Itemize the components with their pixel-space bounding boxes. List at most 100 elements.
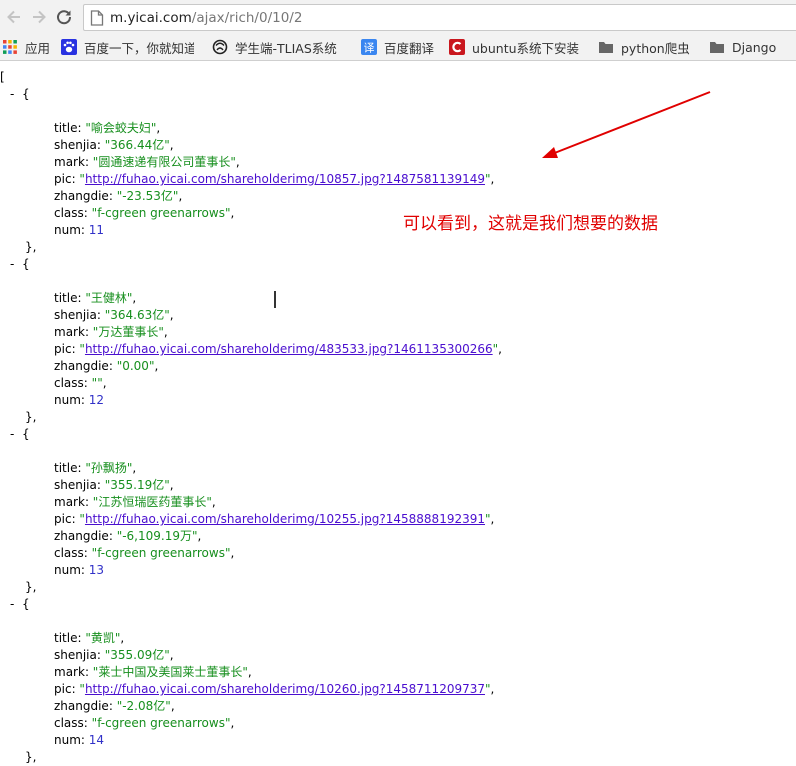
json-url-link[interactable]: http://fuhao.yicai.com/shareholderimg/10… xyxy=(85,172,485,186)
json-field-mark: mark: "江苏恒瑞医药董事长", xyxy=(54,495,216,509)
back-button[interactable] xyxy=(2,5,26,29)
json-key: mark xyxy=(54,325,85,339)
json-field-shenjia: shenjia: "366.44亿", xyxy=(54,138,174,152)
json-field-title: title: "喻会蛟夫妇", xyxy=(54,121,161,135)
collapse-toggle[interactable]: - xyxy=(10,257,14,271)
bookmark-apps[interactable]: 应用 xyxy=(2,38,50,56)
folder-icon xyxy=(710,42,724,53)
json-key: shenjia xyxy=(54,648,97,662)
json-string-value: 王健林 xyxy=(90,291,127,305)
quote-mark: " xyxy=(485,512,491,526)
csdn-c-icon xyxy=(449,39,465,55)
object-close-line: }, xyxy=(25,749,36,766)
json-key: num xyxy=(54,223,81,237)
reload-button[interactable] xyxy=(52,5,76,29)
json-string-value: 圆通速递有限公司董事长 xyxy=(98,155,231,169)
bookmark-label: 应用 xyxy=(25,40,51,56)
json-key: shenjia xyxy=(54,478,97,492)
json-string-value: 355.19亿 xyxy=(110,478,165,492)
json-field-shenjia: shenjia: "355.19亿", xyxy=(54,478,174,492)
json-key: zhangdie xyxy=(54,529,109,543)
object-close-line: }, xyxy=(25,409,36,426)
json-string-value: -6,109.19万 xyxy=(122,529,192,543)
bookmark-folder-django[interactable]: Django xyxy=(709,38,776,56)
quote-mark: " xyxy=(148,359,155,373)
json-key: title xyxy=(54,631,78,645)
json-key: title xyxy=(54,291,78,305)
quote-mark: " xyxy=(164,478,170,492)
json-key: mark xyxy=(54,155,85,169)
json-url-link[interactable]: http://fuhao.yicai.com/shareholderimg/10… xyxy=(85,682,485,696)
json-string-value: 孙飘扬 xyxy=(90,461,127,475)
quote-mark: " xyxy=(164,138,170,152)
json-string-value: f-cgreen greenarrows xyxy=(97,546,225,560)
object-close-brace: }, xyxy=(25,750,37,764)
baidu-paw-icon xyxy=(61,39,77,55)
json-number-value: 13 xyxy=(88,563,105,577)
json-url-link[interactable]: http://fuhao.yicai.com/shareholderimg/10… xyxy=(85,512,485,526)
object-open-brace: { xyxy=(21,597,30,611)
object-open-line: - { xyxy=(10,86,30,103)
json-field-title: title: "黄凯", xyxy=(54,631,125,645)
json-key: title xyxy=(54,121,78,135)
json-field-num: num: 11 xyxy=(54,223,105,237)
json-key: shenjia xyxy=(54,138,97,152)
collapse-toggle[interactable]: - xyxy=(10,87,14,101)
quote-mark: " xyxy=(164,648,170,662)
json-field-class: class: "f-cgreen greenarrows", xyxy=(54,546,235,560)
json-string-value: 黄凯 xyxy=(90,631,115,645)
bookmark-folder-python[interactable]: python爬虫 xyxy=(598,38,690,56)
bookmark-label: Django xyxy=(732,39,777,55)
json-string-value: 355.09亿 xyxy=(110,648,165,662)
text-cursor xyxy=(274,291,276,308)
json-field-num: num: 13 xyxy=(54,563,105,577)
json-field-mark: mark: "圆通速递有限公司董事长", xyxy=(54,155,240,169)
array-open-bracket: [ xyxy=(0,70,5,84)
bookmark-label: python爬虫 xyxy=(621,40,690,56)
object-close-line: }, xyxy=(25,579,36,596)
folder-icon xyxy=(599,42,613,53)
bookmark-ubuntu[interactable]: ubuntu系统下安装 xyxy=(449,38,579,56)
object-close-line: }, xyxy=(25,239,36,256)
json-key: num xyxy=(54,733,81,747)
collapse-toggle[interactable]: - xyxy=(10,427,14,441)
json-key: pic xyxy=(54,342,72,356)
collapse-toggle[interactable]: - xyxy=(10,597,14,611)
bookmark-baidu-translate[interactable]: 译 百度翻译 xyxy=(361,38,434,56)
json-string-value: -23.53亿 xyxy=(122,189,173,203)
forward-button[interactable] xyxy=(27,5,51,29)
bookmark-baidu[interactable]: 百度一下，你就知道 xyxy=(61,38,194,56)
svg-text:译: 译 xyxy=(364,42,375,55)
json-field-mark: mark: "万达董事长", xyxy=(54,325,168,339)
object-open-brace: { xyxy=(21,427,30,441)
json-key: class xyxy=(54,546,84,560)
address-bar[interactable]: m.yicai.com/ajax/rich/0/10/2 xyxy=(83,4,796,31)
apps-grid-icon xyxy=(3,40,17,54)
json-key: mark xyxy=(54,665,85,679)
tlias-logo-icon xyxy=(212,39,228,55)
json-key: mark xyxy=(54,495,85,509)
json-string-value: 366.44亿 xyxy=(110,138,165,152)
baidu-translate-icon: 译 xyxy=(361,39,377,55)
page-icon xyxy=(90,10,104,26)
json-field-pic: pic: "http://fuhao.yicai.com/shareholder… xyxy=(54,342,502,356)
json-field-mark: mark: "莱士中国及美国莱士董事长", xyxy=(54,665,252,679)
url-text[interactable]: m.yicai.com/ajax/rich/0/10/2 xyxy=(110,10,302,26)
json-key: title xyxy=(54,461,78,475)
object-close-brace: }, xyxy=(25,410,37,424)
object-open-brace: { xyxy=(21,87,30,101)
json-number-value: 14 xyxy=(88,733,105,747)
quote-mark: " xyxy=(224,546,231,560)
quote-mark: " xyxy=(165,699,171,713)
bookmark-label: ubuntu系统下安装 xyxy=(472,40,580,56)
json-string-value: f-cgreen greenarrows xyxy=(97,716,225,730)
json-string-value: -2.08亿 xyxy=(122,699,166,713)
json-string-value: 莱士中国及美国莱士董事长 xyxy=(98,665,243,679)
json-key: class xyxy=(54,206,84,220)
quote-mark: " xyxy=(485,172,491,186)
quote-mark: " xyxy=(164,308,170,322)
json-url-link[interactable]: http://fuhao.yicai.com/shareholderimg/48… xyxy=(85,342,493,356)
bookmark-tlias[interactable]: 学生端-TLIAS系统 xyxy=(212,38,337,56)
browser-toolbar: m.yicai.com/ajax/rich/0/10/2 xyxy=(0,0,796,35)
json-key: zhangdie xyxy=(54,699,109,713)
